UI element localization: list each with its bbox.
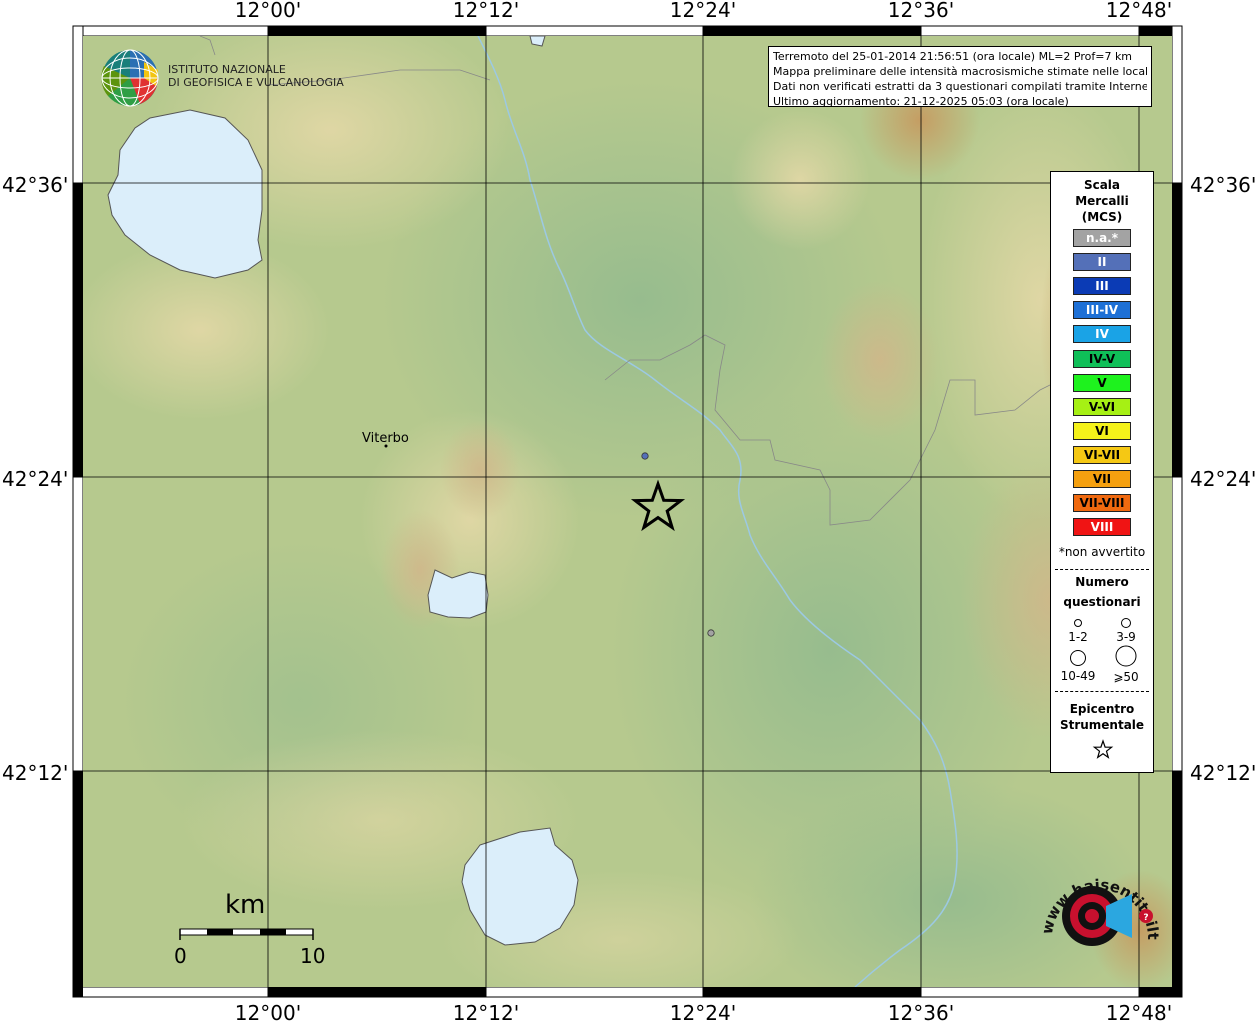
- scale-bar-zero: 0: [174, 944, 187, 968]
- legend-title: Scala Mercalli (MCS): [1051, 177, 1153, 225]
- intensity-legend-item: II: [1073, 253, 1131, 272]
- ingv-globe-icon: [101, 49, 159, 107]
- legend-title-line: (MCS): [1081, 210, 1123, 224]
- event-info-box: Terremoto del 25-01-2014 21:56:51 (ora l…: [768, 46, 1152, 108]
- lat-label-right: 42°36': [1190, 173, 1255, 197]
- lon-label-top: 12°24': [669, 0, 737, 22]
- hsit-question-icon: ?: [1143, 913, 1148, 923]
- legend: Scala Mercalli (MCS) n.a.* II III III-IV IV I…: [1050, 171, 1154, 773]
- lon-label-top: 12°36': [887, 0, 955, 22]
- scale-bar-unit: km: [225, 890, 266, 920]
- intensity-legend-item: VI: [1073, 421, 1131, 440]
- strumentale-label: Strumentale: [1059, 718, 1145, 732]
- legend-title-line: Mercalli: [1075, 194, 1129, 208]
- ingv-line1: ISTITUTO NAZIONALE: [168, 63, 286, 76]
- lon-label-bottom: 12°00': [234, 1001, 302, 1025]
- event-info-line: Dati non verificati estratti da 3 questi…: [773, 80, 1147, 93]
- numero-label: Numero: [1075, 575, 1129, 589]
- lon-label-bottom: 12°12': [452, 1001, 520, 1025]
- questionari-label: questionari: [1063, 595, 1141, 609]
- lon-label-bottom: 12°48': [1105, 1001, 1173, 1025]
- legend-title-line: Scala: [1083, 178, 1121, 192]
- event-info-line: Mappa preliminare delle intensità macros…: [773, 65, 1147, 78]
- scale-bar-ten: 10: [300, 944, 326, 968]
- intensity-point[interactable]: [707, 629, 715, 637]
- city-label-viterbo: Viterbo: [362, 431, 409, 446]
- intensity-legend-item: III: [1073, 277, 1131, 296]
- intensity-legend-item: IV: [1073, 325, 1131, 344]
- non-avvertito-note: *non avvertito: [1058, 545, 1146, 559]
- terrain: [83, 36, 1172, 987]
- intensity-legend-item: IV-V: [1073, 349, 1131, 368]
- intensity-legend-item: VII-VIII: [1073, 494, 1131, 513]
- lat-label-right: 42°12': [1190, 761, 1255, 785]
- lake-vico: [427, 569, 489, 619]
- epicentro-label: Epicentro: [1069, 702, 1135, 716]
- intensity-legend-item: V: [1073, 373, 1131, 392]
- legend-divider: [1055, 569, 1149, 570]
- intensity-legend-item: VIII: [1073, 518, 1131, 537]
- legend-divider: [1055, 691, 1149, 692]
- intensity-legend-item: V-VI: [1073, 397, 1131, 416]
- lat-label-left: 42°36': [2, 173, 69, 197]
- lon-label-bottom: 12°24': [669, 1001, 737, 1025]
- lon-label-top: 12°00': [234, 0, 302, 22]
- ingv-line2: DI GEOFISICA E VULCANOLOGIA: [168, 76, 344, 89]
- epicenter-legend-star-icon: [1092, 739, 1114, 759]
- lon-label-bottom: 12°36': [887, 1001, 955, 1025]
- lon-label-top: 12°12': [452, 0, 520, 22]
- lat-label-left: 42°24': [2, 467, 69, 491]
- questionnaire-size-symbols: [1070, 618, 1137, 667]
- intensity-legend-item: n.a.*: [1073, 229, 1131, 247]
- q-label-50: ⩾50: [1113, 670, 1139, 684]
- q-label-1-2: 1-2: [1068, 630, 1088, 644]
- lat-label-left: 42°12': [2, 761, 69, 785]
- intensity-point[interactable]: [641, 452, 649, 460]
- q-label-3-9: 3-9: [1116, 630, 1136, 644]
- ingv-logo-text: ISTITUTO NAZIONALE DI GEOFISICA E VULCAN…: [168, 63, 344, 89]
- haisentitoilterremoto-logo[interactable]: www.haisentitoilterremoto.it ?: [1030, 858, 1170, 970]
- q-label-10-49: 10-49: [1060, 669, 1096, 683]
- lon-label-top: 12°48': [1105, 0, 1173, 22]
- intensity-legend-item: VI-VII: [1073, 445, 1131, 464]
- intensity-legend-item: VII: [1073, 470, 1131, 488]
- lat-label-right: 42°24': [1190, 467, 1255, 491]
- event-info-line: Terremoto del 25-01-2014 21:56:51 (ora l…: [773, 50, 1133, 63]
- event-info-line: Ultimo aggiornamento: 21-12-2025 05:03 (…: [773, 95, 1069, 108]
- intensity-legend-item: III-IV: [1073, 301, 1131, 320]
